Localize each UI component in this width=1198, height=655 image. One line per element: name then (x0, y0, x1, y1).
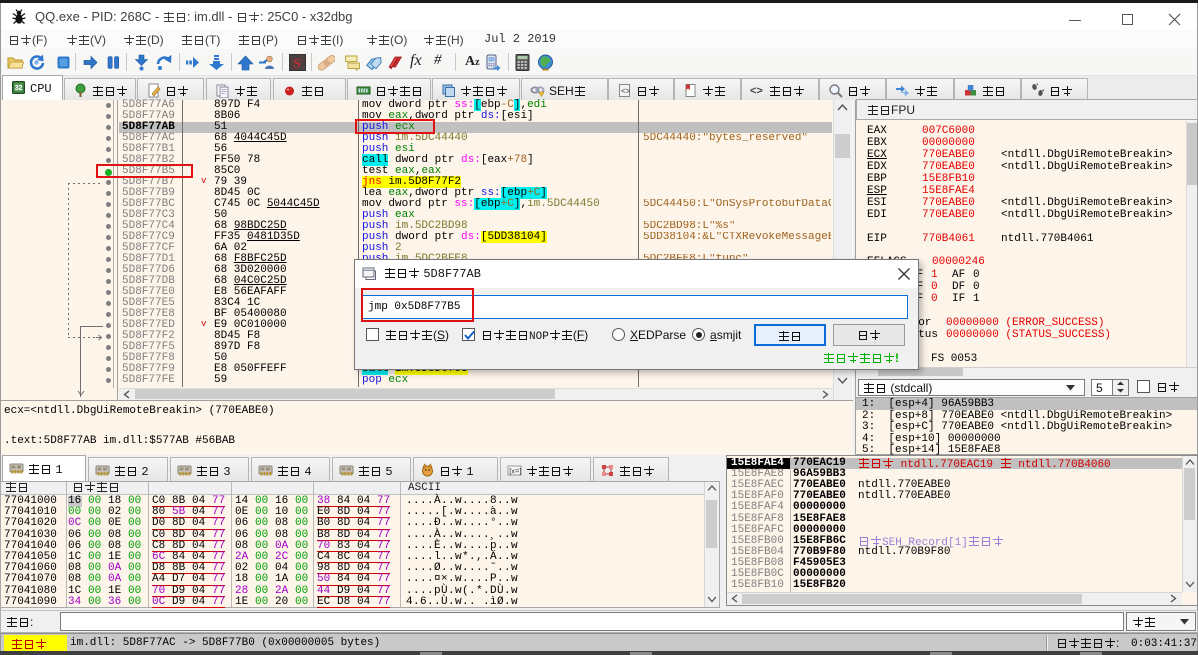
svg-text:<>: <> (750, 85, 763, 97)
svg-text:<>: <> (621, 87, 631, 96)
svg-text:32: 32 (15, 85, 23, 92)
svg-text:S: S (294, 56, 301, 71)
svg-text:[x=]: [x=] (509, 467, 521, 476)
